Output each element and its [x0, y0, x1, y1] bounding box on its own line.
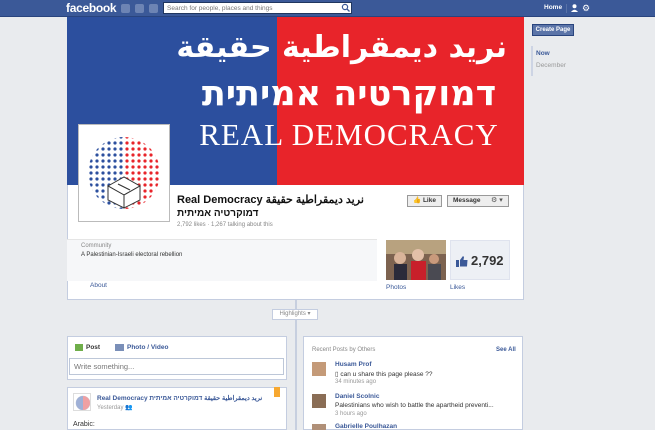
avatar[interactable]	[312, 424, 326, 430]
timeline-nav-december[interactable]: December	[536, 62, 566, 69]
like-button-label: Like	[422, 197, 436, 204]
thumbs-up-icon: 👍	[413, 197, 422, 204]
recent-post-author[interactable]: Husam Prof	[335, 361, 371, 368]
top-divider	[566, 4, 567, 13]
notifications-icon[interactable]	[149, 4, 158, 13]
photo-video-icon	[115, 344, 124, 351]
recent-post-text: ▯ can u share this page please ??	[335, 370, 433, 378]
home-link[interactable]: Home	[544, 4, 562, 11]
settings-gear-icon[interactable]: ⚙	[582, 3, 590, 13]
photos-thumbnail[interactable]	[386, 240, 446, 280]
recent-post-time[interactable]: 34 minutes ago	[335, 379, 376, 385]
create-page-button[interactable]: Create Page	[532, 24, 574, 36]
post-timestamp[interactable]: Yesterday 👥	[97, 404, 133, 411]
recent-post-time[interactable]: 3 hours ago	[335, 411, 367, 417]
recent-post-text: Palestinians who wish to battle the apar…	[335, 402, 494, 409]
post-author-name[interactable]: Real Democracy نريد ديمقراطية حقيقة דמוק…	[97, 394, 262, 402]
likes-tab[interactable]: Likes	[450, 284, 465, 291]
profile-picture[interactable]	[79, 125, 169, 221]
cover-arabic-text: نريد ديمقراطية حقيقة	[176, 30, 507, 65]
page-stats: 2,792 likes · 1,267 talking about this	[177, 222, 273, 228]
highlights-dropdown[interactable]: Highlights ▾	[272, 309, 318, 320]
about-info-box	[67, 239, 377, 281]
ballot-logo-mini	[75, 395, 90, 410]
mobile-icon: ▯	[335, 371, 339, 378]
page-description: A Palestinian-Israeli electoral rebellio…	[81, 252, 183, 258]
see-all-link[interactable]: See All	[496, 347, 516, 353]
photos-tab[interactable]: Photos	[386, 284, 406, 291]
recent-post-author[interactable]: Daniel Scolnic	[335, 393, 379, 400]
like-button[interactable]: 👍 Like	[407, 195, 442, 207]
audience-icon: 👥	[125, 405, 133, 411]
page-title: Real Democracy نريد ديمقراطية حقيقة	[177, 194, 364, 206]
facebook-logo[interactable]: facebook	[66, 1, 117, 15]
highlight-star-icon[interactable]	[274, 387, 280, 397]
avatar[interactable]	[312, 394, 326, 408]
write-something-input[interactable]: Write something...	[69, 358, 284, 375]
recent-post-text-value: can u share this page please ??	[340, 371, 433, 378]
page-title-hebrew: דמוקרטיה אמיתית	[177, 208, 259, 219]
cover-english-text: REAL DEMOCRACY	[199, 117, 499, 152]
ballot-box-dots-logo	[88, 137, 160, 209]
page-category: Community	[81, 243, 112, 249]
search-icon[interactable]	[341, 3, 351, 12]
post-time-text: Yesterday	[97, 405, 124, 411]
messages-icon[interactable]	[135, 4, 144, 13]
friend-requests-icon[interactable]	[121, 4, 130, 13]
post-body-text: Arabic:	[73, 421, 95, 428]
post-status-icon	[75, 344, 83, 351]
likes-count: 2,792	[471, 253, 504, 268]
post-author-avatar[interactable]	[73, 393, 91, 411]
about-tab[interactable]: About	[90, 282, 107, 289]
likes-thumbs-up-icon	[456, 256, 468, 267]
timeline-nav-now[interactable]: Now	[536, 50, 550, 57]
search-input[interactable]: Search for people, places and things	[163, 2, 352, 14]
recent-posts-title: Recent Posts by Others	[312, 347, 376, 353]
avatar[interactable]	[312, 362, 326, 376]
crowd-photo	[386, 240, 446, 280]
page-options-gear-icon[interactable]: ⚙ ▾	[491, 195, 503, 207]
find-friends-icon[interactable]	[571, 4, 578, 12]
composer-tab-photo-video[interactable]: Photo / Video	[127, 344, 168, 351]
recent-post-author[interactable]: Gabrielle Poulhazan	[335, 423, 397, 430]
cover-hebrew-text: דמוקרטיה אמיתית	[201, 74, 497, 114]
composer-tab-post[interactable]: Post	[86, 344, 100, 351]
